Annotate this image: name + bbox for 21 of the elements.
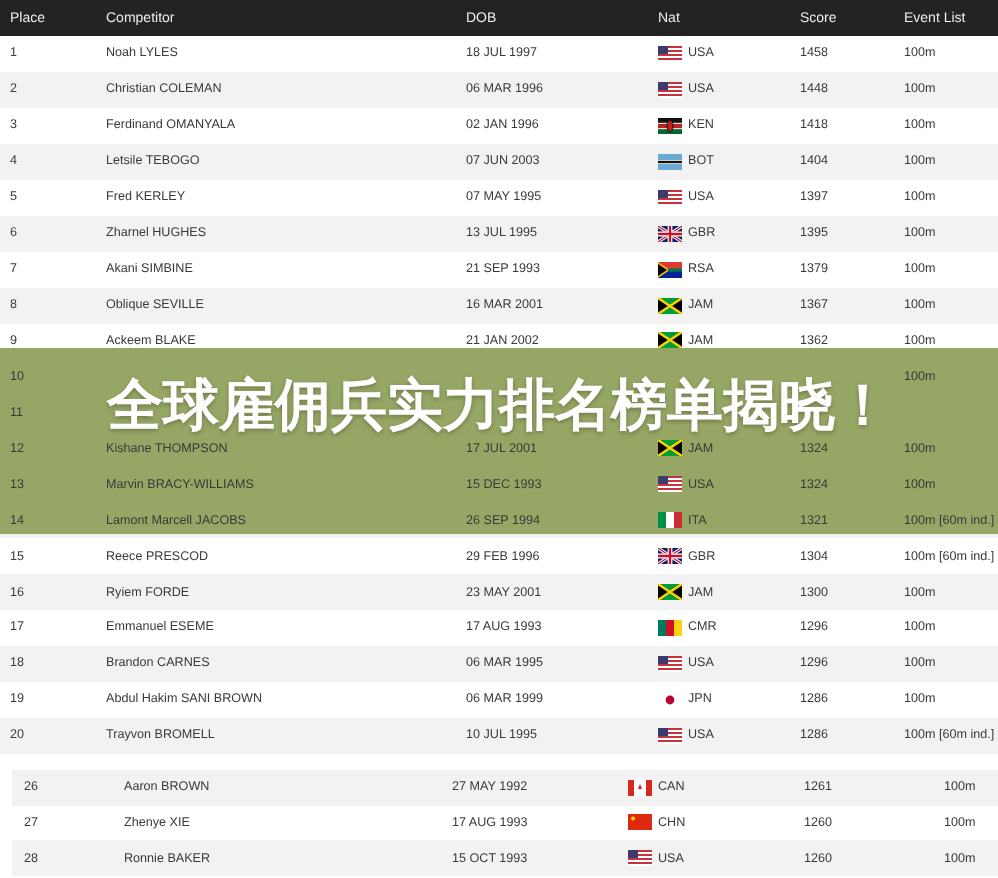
flag-icon <box>658 117 682 134</box>
flag-icon <box>658 225 682 242</box>
flag-icon <box>658 584 682 601</box>
flag-icon <box>658 81 682 98</box>
flag-icon <box>658 189 682 206</box>
flag-icon <box>628 814 652 831</box>
flag-icon <box>628 850 652 867</box>
flag-icon <box>658 476 682 493</box>
flag-icon <box>658 261 682 278</box>
flag-icon <box>658 727 682 744</box>
flag-icon <box>658 297 682 314</box>
flag-icon <box>658 512 682 529</box>
flag-icon <box>658 45 682 62</box>
flag-icon <box>658 332 682 349</box>
flag-icon <box>628 779 652 796</box>
flag-icon <box>658 548 682 565</box>
flag-icon <box>658 619 682 636</box>
flag-icon <box>658 655 682 672</box>
flag-icon <box>658 440 682 457</box>
banner-title: 全球雇佣兵实力排名榜单揭晓！ <box>107 372 891 440</box>
flag-icon <box>658 153 682 170</box>
